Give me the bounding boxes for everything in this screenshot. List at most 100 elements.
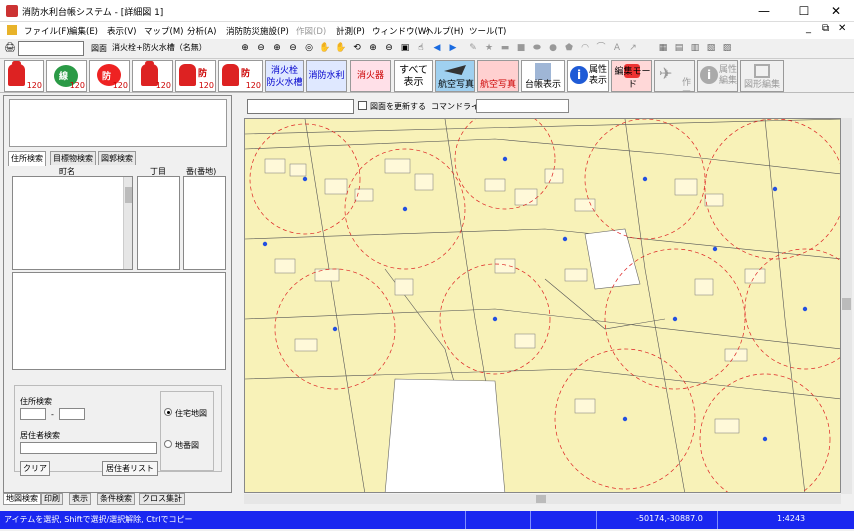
grid-icon[interactable]: ▦ [656,42,670,55]
attribute-view-button[interactable]: i 属性 表示 [567,60,609,92]
zoom-in-icon[interactable]: ⊕ [238,42,252,55]
print-icon[interactable]: 🖨 [3,42,17,55]
attribute-edit-button[interactable]: i 属性 編集 [697,60,738,92]
tab-landmark-search[interactable]: 目標物検索 [50,151,96,165]
tab-sheet-search[interactable]: 図郭検索 [98,151,136,165]
menu-window[interactable]: ウィンドウ(W) [372,25,430,37]
prevention-120-button[interactable]: 防 120 [89,60,130,92]
tab-address-search[interactable]: 住所検索 [8,151,46,166]
map-vertical-scrollbar[interactable] [841,118,852,494]
menu-bar: ファイル(F) 編集(E) 表示(V) マップ(M) 分析(A) 消防防災施設(… [0,22,854,39]
draw-rect-icon[interactable]: ■ [514,42,528,55]
result-list[interactable] [12,272,226,370]
map-canvas[interactable] [244,118,841,493]
tab-condition-search[interactable]: 条件検索 [97,493,135,505]
menu-help[interactable]: ヘルプ(H) [425,25,464,37]
tab-cross-tab[interactable]: クロス集計 [139,493,185,505]
edit-mode-button[interactable]: 編集モード [611,60,652,92]
resident-input[interactable] [20,442,157,454]
back-arrow-icon[interactable]: ◀ [430,42,444,55]
zoom-prev-icon[interactable]: ⊖ [286,42,300,55]
menu-drawing[interactable]: 作図(D) [296,25,326,37]
draw-arc-icon[interactable]: ◠ [578,42,592,55]
zoom-out-icon[interactable]: ⊖ [254,42,268,55]
status-bar: アイテムを選択, Shiftで選択/選択解除, Ctrlでコピー -50174,… [0,511,854,529]
chome-list[interactable] [137,176,180,270]
title-bar: 消防水利台帳システム - [詳細図 1] — ☐ ✕ [0,0,854,22]
layer-down-icon[interactable]: ▧ [704,42,718,55]
address-input-2[interactable] [59,408,85,420]
draw-circle-icon[interactable]: ● [546,42,560,55]
map-layer-combo[interactable] [247,99,354,114]
draw-line-icon[interactable]: ▬ [498,42,512,55]
radio-lot-map[interactable] [164,440,172,448]
figure-edit-icon [754,64,770,78]
draw-polygon-icon[interactable]: ⬟ [562,42,576,55]
zoom-minus-icon[interactable]: ⊖ [382,42,396,55]
fire-water-button[interactable]: 消防水利 [306,60,347,92]
overview-map [9,99,227,147]
draw-arrow-icon[interactable]: ↗ [626,42,640,55]
draw-button[interactable]: ✈ 作図 [654,60,695,92]
draw-ellipse-icon[interactable]: ⬬ [530,42,544,55]
hydrant2-120-button[interactable]: 120 [132,60,173,92]
pan-icon[interactable]: ✋ [318,42,332,55]
command-line-input[interactable] [476,99,569,113]
layer-delete-icon[interactable]: ▨ [720,42,734,55]
refresh-icon[interactable]: ▣ [398,42,412,55]
town-list[interactable] [12,176,133,270]
hydrant-tank-button[interactable]: 消火栓 防火水槽 [265,60,304,92]
zoom-plus-icon[interactable]: ⊕ [366,42,380,55]
map-horizontal-scrollbar[interactable] [244,494,841,504]
radio-house-map[interactable] [164,408,172,416]
ledger-view-button[interactable]: 台帳表示 [521,60,565,92]
forward-arrow-icon[interactable]: ▶ [446,42,460,55]
layer-combo[interactable]: 消火栓+防火水槽（名無） [110,41,236,56]
zoom-window-icon[interactable]: ⊕ [270,42,284,55]
hydrant-120-button[interactable]: 120 [4,60,44,92]
ban-list[interactable] [183,176,226,270]
menu-analysis[interactable]: 分析(A) [187,25,216,37]
resident-list-button[interactable]: 居住者リスト [102,461,158,476]
menu-measure[interactable]: 計測(P) [336,25,365,37]
layer-up-icon[interactable]: ▥ [688,42,702,55]
menu-tools[interactable]: ツール(T) [469,25,506,37]
menu-map[interactable]: マップ(M) [144,25,183,37]
tab-print[interactable]: 印刷 [41,493,63,505]
hydrant-prevention-120-button[interactable]: 防 120 [175,60,216,92]
mdi-restore-button[interactable]: ⧉ [822,23,829,34]
address-input-1[interactable] [20,408,46,420]
maximize-button[interactable]: ☐ [786,0,822,22]
show-all-button[interactable]: すべて 表示 [394,60,433,92]
menu-facilities[interactable]: 消防防災施設(P) [226,25,289,37]
menu-edit[interactable]: 編集(E) [69,25,98,37]
draw-curve-icon[interactable]: ⌒ [594,42,608,55]
tank-prevention-120-button[interactable]: 防 120 [218,60,263,92]
figure-edit-button[interactable]: 図形編集 [740,60,784,92]
table-icon[interactable]: ▤ [672,42,686,55]
mdi-minimize-button[interactable]: _ [806,23,811,34]
tab-display[interactable]: 表示 [69,493,91,505]
extinguisher-button[interactable]: 消火器 [350,60,391,92]
rotate-icon[interactable]: ⟲ [350,42,364,55]
scale-combo[interactable] [18,41,84,56]
mdi-close-button[interactable]: ✕ [838,23,846,34]
tab-map-search[interactable]: 地図検索 [3,493,41,505]
minimize-button[interactable]: — [746,0,782,22]
menu-file[interactable]: ファイル(F) [24,25,70,37]
aerial-photo-button[interactable]: 航空写真 [435,60,475,92]
aerial-photo-overlay-button[interactable]: 航空写真 [477,60,519,92]
line-120-button[interactable]: 線 120 [46,60,87,92]
draw-text-icon[interactable]: A [610,42,624,55]
search-options-group: 住所検索 - 居住者検索 クリア 居住者リスト 住宅地図 地番図 [14,385,222,476]
menu-view[interactable]: 表示(V) [107,25,136,37]
close-button[interactable]: ✕ [818,0,854,22]
draw-star-icon[interactable]: ★ [482,42,496,55]
refresh-checkbox[interactable] [358,101,367,110]
zoom-full-icon[interactable]: ◎ [302,42,316,55]
draw-point-icon[interactable]: ✎ [466,42,480,55]
hand-icon[interactable]: ☝ [414,42,428,55]
town-list-scrollbar[interactable] [123,177,132,269]
clear-button[interactable]: クリア [20,461,50,476]
grab-icon[interactable]: ✋ [334,42,348,55]
